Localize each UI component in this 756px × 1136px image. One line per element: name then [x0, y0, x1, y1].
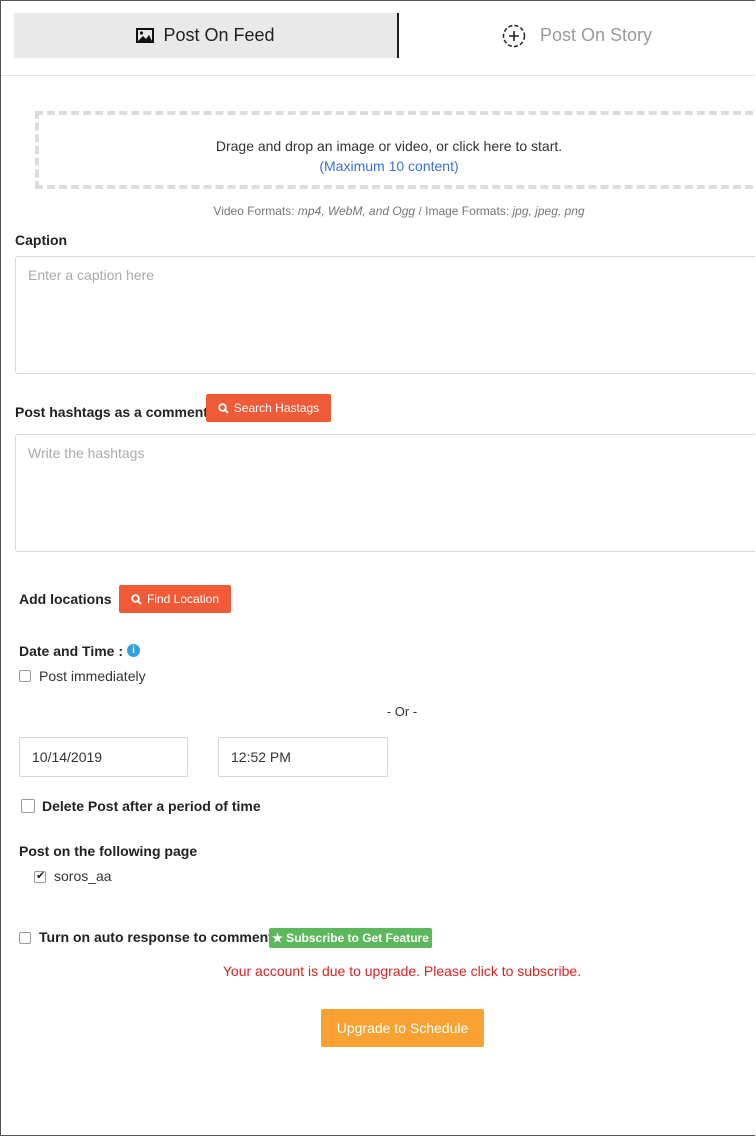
subscribe-feature-badge[interactable]: ★ Subscribe to Get Feature	[269, 928, 432, 948]
supported-formats: Video Formats: mp4, WebM, and Ogg / Imag…	[1, 204, 755, 218]
search-hashtags-button[interactable]: Search Hastags	[206, 394, 331, 422]
caption-label: Caption	[15, 232, 68, 248]
find-location-label: Find Location	[146, 592, 220, 606]
post-immediately-label: Post immediately	[39, 668, 146, 684]
dropzone-limit: (Maximum 10 content)	[319, 158, 459, 174]
image-formats: jpg, jpeg, png	[512, 204, 585, 218]
add-circle-icon	[502, 24, 526, 48]
date-time-label: Date and Time :	[19, 643, 123, 659]
info-icon[interactable]: i	[127, 644, 140, 657]
upgrade-warning-link[interactable]: Your account is due to upgrade. Please c…	[1, 963, 755, 979]
post-composer-panel: Post On Feed Post On Story Drage and dro…	[0, 0, 755, 1136]
post-immediately-checkbox[interactable]	[19, 670, 31, 682]
tab-post-on-feed-label: Post On Feed	[163, 25, 275, 45]
tab-post-on-story-label: Post On Story	[539, 25, 653, 45]
page-checkbox-soros-aa[interactable]	[34, 869, 46, 883]
location-label: Add locations	[19, 591, 112, 607]
search-hashtags-label: Search Hastags	[233, 401, 320, 415]
auto-response-checkbox[interactable]	[19, 932, 31, 944]
post-type-tabs: Post On Feed Post On Story	[1, 1, 755, 76]
formats-separator: /	[418, 204, 422, 218]
upgrade-to-schedule-button[interactable]: Upgrade to Schedule	[321, 1009, 484, 1047]
tab-post-on-feed[interactable]: Post On Feed	[14, 13, 399, 58]
search-icon	[131, 593, 142, 605]
delete-after-checkbox[interactable]	[21, 799, 35, 813]
time-input[interactable]	[218, 737, 388, 777]
image-icon	[136, 28, 155, 43]
or-separator: - Or -	[386, 704, 418, 719]
find-location-button[interactable]: Find Location	[119, 585, 231, 613]
pages-label: Post on the following page	[19, 843, 198, 859]
media-dropzone[interactable]: Drage and drop an image or video, or cli…	[35, 111, 755, 189]
image-formats-label: Image Formats:	[425, 204, 510, 218]
hashtags-label: Post hashtags as a comment	[15, 404, 208, 420]
search-icon	[218, 402, 229, 414]
hashtags-input[interactable]	[15, 434, 755, 552]
delete-after-label: Delete Post after a period of time	[42, 798, 261, 814]
tab-post-on-story[interactable]: Post On Story	[399, 13, 755, 58]
date-input[interactable]	[19, 737, 188, 777]
auto-response-label: Turn on auto response to comments	[39, 929, 281, 945]
video-formats: mp4, WebM, and Ogg	[297, 204, 416, 218]
page-name-soros-aa: soros_aa	[54, 868, 112, 884]
dropzone-instruction: Drage and drop an image or video, or cli…	[215, 138, 563, 154]
video-formats-label: Video Formats:	[213, 204, 295, 218]
caption-input[interactable]	[15, 256, 755, 374]
